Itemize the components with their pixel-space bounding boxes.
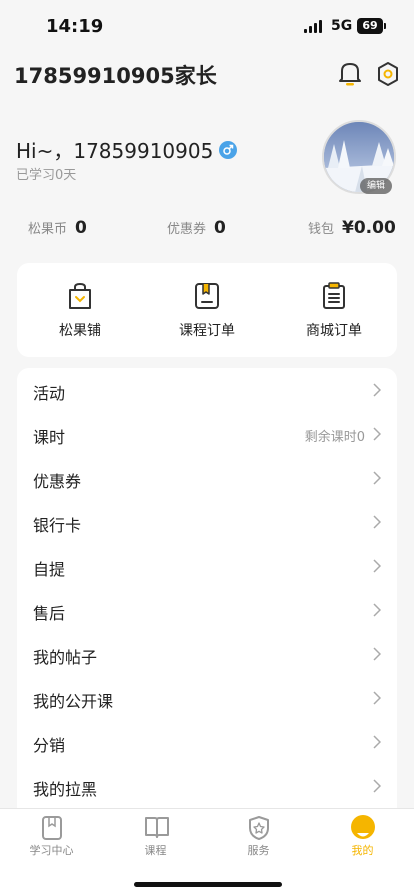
menu-item-my-posts[interactable]: 我的帖子	[17, 632, 397, 676]
tab-label: 服务	[247, 844, 270, 857]
menu-item-label: 活动	[33, 384, 66, 403]
tab-label: 课程	[144, 844, 167, 857]
stat-label: 优惠券	[167, 222, 207, 237]
network-type: 5G	[331, 18, 353, 34]
male-gender-icon	[219, 140, 238, 159]
signal-icon	[304, 20, 324, 33]
chevron-right-icon	[373, 559, 381, 573]
menu-item-label: 优惠券	[33, 472, 82, 491]
edit-avatar-button[interactable]: 编辑	[360, 178, 392, 194]
tab-label: 学习中心	[29, 844, 74, 857]
menu-item-extra: 剩余课时0	[304, 430, 365, 445]
stat-value: ¥0.00	[342, 218, 396, 238]
menu-item-activities[interactable]: 活动	[17, 368, 397, 412]
course-book-icon	[144, 817, 169, 838]
menu-item-label: 我的帖子	[33, 648, 98, 667]
menu-item-label: 课时	[33, 428, 66, 447]
quick-action-shop[interactable]: 松果铺	[17, 263, 143, 357]
chevron-right-icon	[373, 647, 381, 661]
chevron-right-icon	[373, 735, 381, 749]
quick-action-course-orders[interactable]: 课程订单	[144, 263, 270, 357]
tab-mine[interactable]: 我的	[311, 809, 414, 865]
service-shield-icon	[248, 816, 269, 840]
notification-bell-icon[interactable]	[338, 60, 362, 88]
quick-actions-card: 松果铺 课程订单 商城订单	[17, 263, 397, 357]
greeting: Hi~，17859910905	[16, 135, 238, 164]
menu-item-coupons[interactable]: 优惠券	[17, 456, 397, 500]
chevron-right-icon	[373, 515, 381, 529]
menu-item-label: 银行卡	[33, 516, 82, 535]
stat-pine-coins[interactable]: 松果币 0	[28, 218, 87, 238]
study-days: 已学习0天	[16, 168, 77, 183]
quick-action-label: 课程订单	[179, 323, 235, 339]
tab-courses[interactable]: 课程	[104, 809, 207, 865]
menu-item-self-pickup[interactable]: 自提	[17, 544, 397, 588]
menu-item-label: 分销	[33, 736, 66, 755]
chevron-right-icon	[373, 779, 381, 793]
battery-icon: 69	[357, 18, 383, 34]
menu-list: 活动 课时 剩余课时0 优惠券 银行卡 自提 售后 我的帖子 我的公开课 分销	[17, 368, 397, 808]
menu-item-label: 自提	[33, 560, 66, 579]
menu-item-label: 我的公开课	[33, 692, 114, 711]
menu-item-my-blocklist[interactable]: 我的拉黑	[17, 764, 397, 808]
chevron-right-icon	[373, 427, 381, 441]
menu-item-label: 售后	[33, 604, 66, 623]
status-time: 14:19	[46, 16, 104, 37]
battery-tip	[384, 23, 386, 29]
menu-item-bank-card[interactable]: 银行卡	[17, 500, 397, 544]
home-indicator	[134, 882, 282, 887]
menu-item-after-sales[interactable]: 售后	[17, 588, 397, 632]
quick-action-label: 松果铺	[59, 323, 101, 339]
course-order-icon	[195, 283, 219, 309]
stat-coupons[interactable]: 优惠券 0	[167, 218, 226, 238]
menu-item-label: 我的拉黑	[33, 780, 98, 799]
settings-hexagon-icon[interactable]	[376, 61, 400, 87]
status-bar: 14:19 5G 69	[0, 0, 414, 52]
greeting-text: Hi~，17859910905	[16, 139, 214, 163]
study-center-icon	[41, 816, 62, 840]
menu-item-my-open-classes[interactable]: 我的公开课	[17, 676, 397, 720]
chevron-right-icon	[373, 383, 381, 397]
profile-face-icon	[350, 815, 375, 839]
page-title: 17859910905家长	[14, 64, 217, 88]
tab-study-center[interactable]: 学习中心	[0, 809, 103, 865]
stat-value: 0	[214, 218, 226, 238]
shopping-bag-icon	[69, 282, 91, 309]
chevron-right-icon	[373, 691, 381, 705]
stat-value: 0	[75, 218, 87, 238]
tab-label: 我的	[351, 844, 374, 857]
stat-label: 松果币	[28, 222, 68, 237]
tab-services[interactable]: 服务	[207, 809, 310, 865]
quick-action-mall-orders[interactable]: 商城订单	[271, 263, 397, 357]
menu-item-distribution[interactable]: 分销	[17, 720, 397, 764]
quick-action-label: 商城订单	[306, 323, 362, 339]
menu-item-class-hours[interactable]: 课时 剩余课时0	[17, 412, 397, 456]
chevron-right-icon	[373, 603, 381, 617]
mall-order-icon	[323, 282, 345, 309]
chevron-right-icon	[373, 471, 381, 485]
stat-label: 钱包	[308, 222, 335, 237]
stat-wallet[interactable]: 钱包 ¥0.00	[308, 218, 396, 238]
